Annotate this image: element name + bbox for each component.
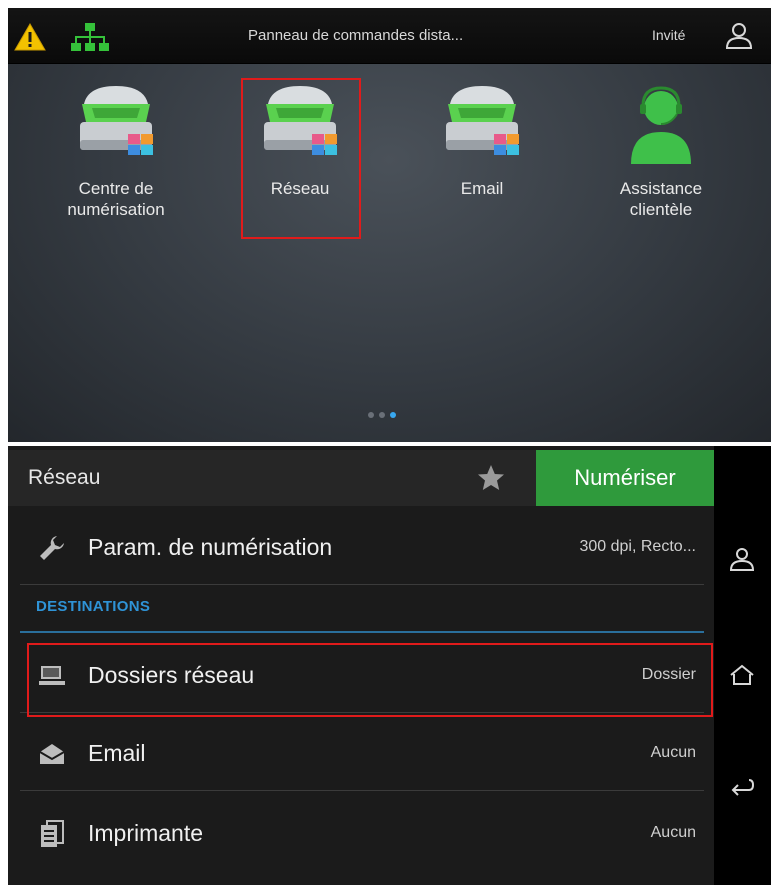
app-scan-center[interactable]: Centre de numérisation (41, 82, 191, 252)
scan-button[interactable]: Numériser (536, 450, 714, 506)
network-scan-screen: Réseau Numériser Param. de numérisation … (8, 446, 771, 885)
section-title: DESTINATIONS (36, 598, 151, 615)
user-icon[interactable] (729, 546, 755, 572)
scanner-icon (80, 86, 153, 155)
star-icon[interactable] (476, 463, 506, 493)
scan-settings-value: 300 dpi, Recto... (579, 538, 696, 555)
network-icon[interactable] (70, 22, 110, 52)
warning-icon[interactable] (14, 23, 46, 51)
app-email[interactable]: Email (407, 82, 557, 252)
divider (20, 790, 704, 791)
guest-user-label[interactable]: Invité (652, 27, 685, 43)
destination-printer[interactable]: Imprimante Aucun (20, 796, 710, 870)
scanner-icon (446, 86, 519, 155)
app-label: Assistance clientèle (619, 179, 703, 219)
destination-email[interactable]: Email Aucun (20, 716, 710, 790)
destination-value: Aucun (650, 744, 696, 761)
user-icon[interactable] (724, 21, 754, 51)
home-screen: Panneau de commandes dista... Invité Cen… (8, 8, 771, 442)
selection-highlight (241, 78, 361, 239)
page-dot[interactable] (379, 412, 385, 418)
app-label: Centre de numérisation (67, 179, 165, 219)
screen-header: Réseau Numériser (8, 450, 714, 506)
email-icon (39, 744, 65, 764)
app-customer-support[interactable]: Assistance clientèle (586, 82, 736, 252)
scan-settings-row[interactable]: Param. de numérisation 300 dpi, Recto... (20, 510, 710, 584)
home-icon[interactable] (729, 664, 755, 686)
page-indicator[interactable] (368, 412, 396, 418)
back-icon[interactable] (729, 776, 755, 798)
app-label: Email (460, 179, 504, 198)
divider (20, 584, 704, 585)
section-divider (20, 631, 704, 633)
support-agent-icon (631, 86, 691, 164)
wrench-icon (40, 536, 64, 560)
printer-icon (41, 820, 64, 847)
page-dot-active[interactable] (390, 412, 396, 418)
screen-title: Réseau (28, 466, 101, 489)
panel-title: Panneau de commandes dista... (248, 27, 464, 44)
scan-settings-label: Param. de numérisation (88, 534, 333, 560)
destination-label: Email (88, 740, 146, 766)
destination-value: Aucun (650, 824, 696, 841)
destination-label: Imprimante (88, 820, 204, 846)
page-dot[interactable] (368, 412, 374, 418)
navigation-rail (714, 446, 771, 885)
status-bar: Panneau de commandes dista... Invité (8, 8, 771, 64)
selection-highlight (27, 643, 713, 717)
